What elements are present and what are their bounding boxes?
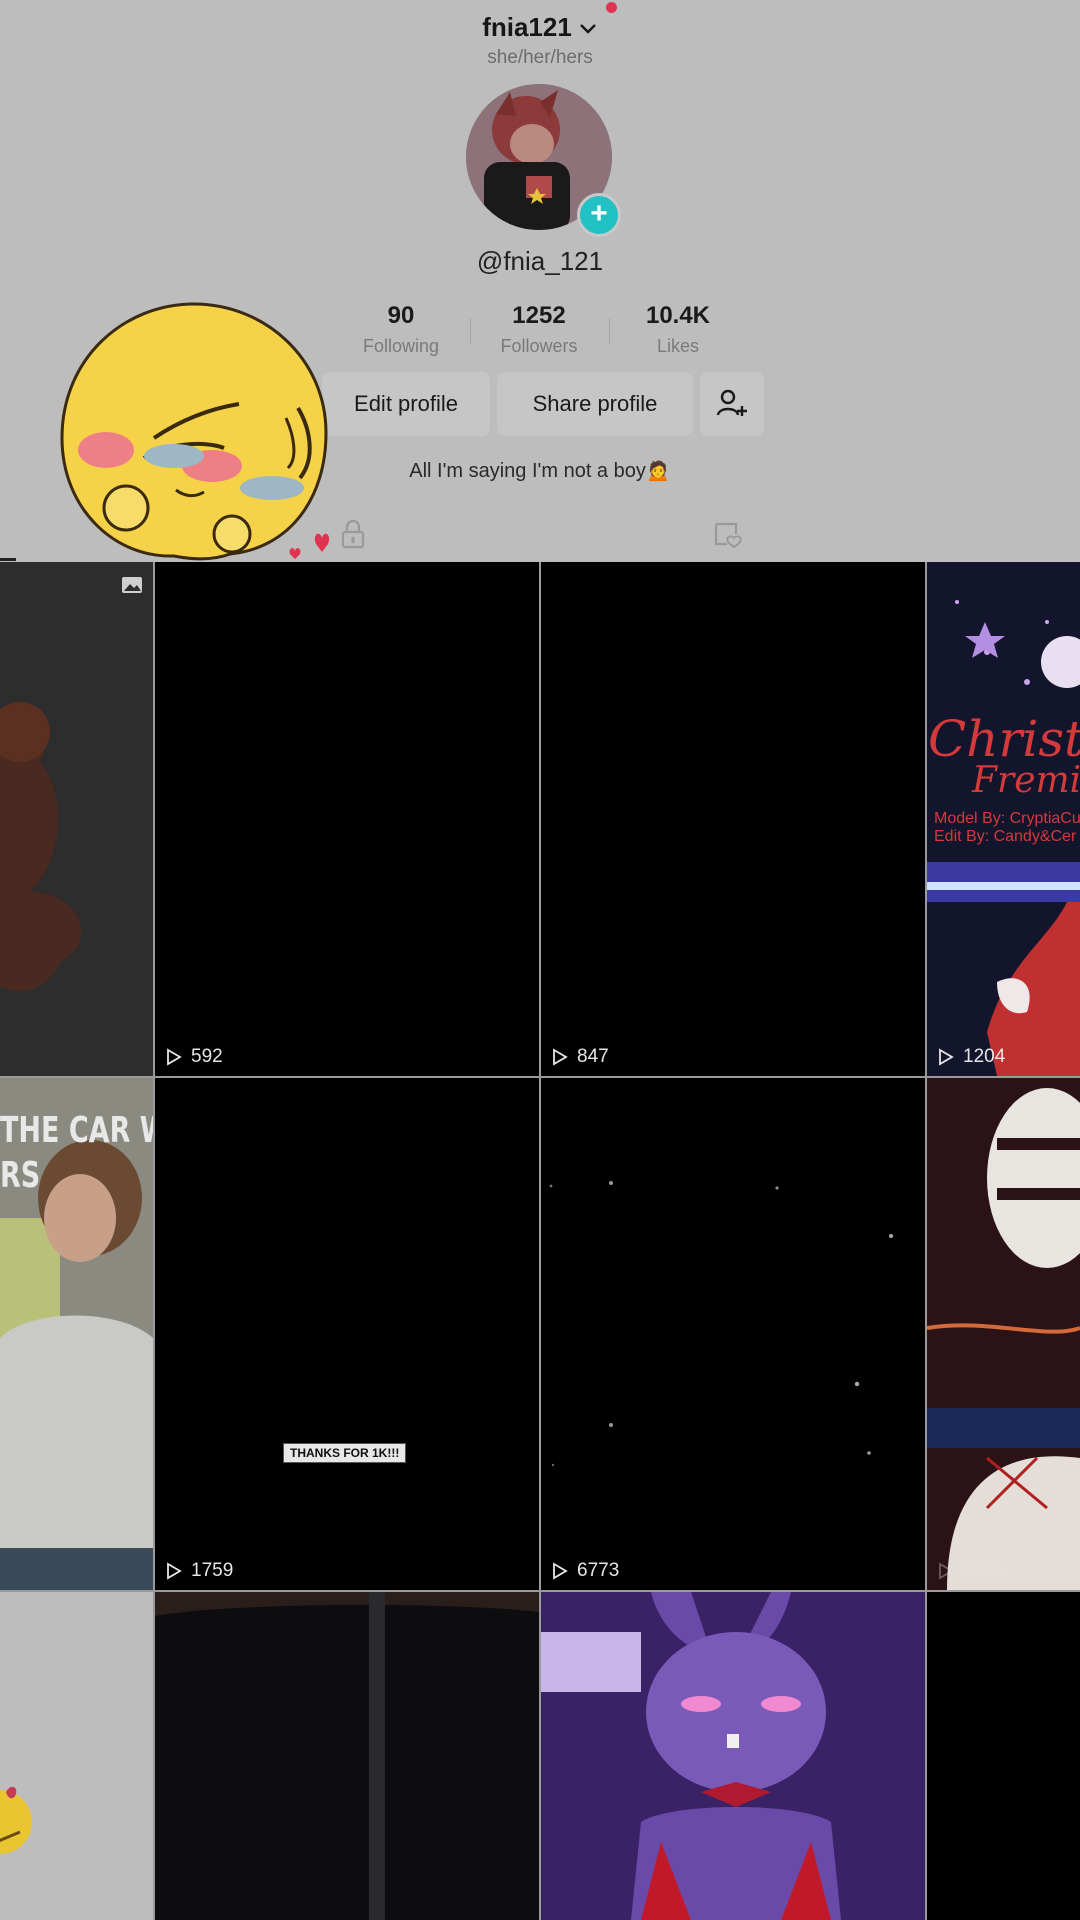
notification-dot [606,2,617,13]
grid-divider [539,562,541,1920]
play-icon [939,1562,954,1580]
grid-divider [153,562,155,1920]
photo-icon [122,577,142,593]
video-thumbnail[interactable] [155,1592,539,1920]
stat-following[interactable]: 90 Following [331,302,471,357]
grid-divider [0,1590,1080,1592]
video-thumbnail[interactable] [0,1592,153,1920]
stat-likes-value: 10.4K [645,302,711,329]
view-count: 1759 [165,1560,233,1582]
header-title[interactable]: fnia121 [0,12,1080,43]
video-thumbnail[interactable] [541,1592,925,1920]
view-count-label: 5306 [963,1560,1006,1581]
stat-likes-label: Likes [656,336,700,356]
play-icon [167,1048,182,1066]
video-caption: Fremi [972,760,1080,801]
bunny-thumbnail-art [541,1592,925,1920]
view-count: 6773 [551,1560,619,1582]
view-count-label: 592 [191,1046,223,1067]
profile-screen: fnia121 she/her/hers + @fnia_121 90 Foll… [0,0,1080,1920]
stat-following-label: Following [362,336,440,356]
video-overlay-text: THANKS FOR 1K!!! [283,1443,407,1463]
stat-following-value: 90 [387,302,415,329]
video-thumbnail[interactable] [927,1592,1080,1920]
view-count-label: 1204 [963,1046,1006,1067]
sticker-thumbnail-art [0,1786,32,1854]
play-icon [167,1562,182,1580]
dark-room-thumbnail-art [155,1592,539,1920]
stat-followers[interactable]: 1252 Followers [469,302,609,357]
video-thumbnail[interactable]: 6773 [541,1078,925,1590]
video-thumbnail[interactable] [0,562,153,1076]
video-caption: Edit By: Candy&Cer [934,828,1077,845]
animatronic-thumbnail-art [927,1078,1080,1590]
play-icon [553,1048,568,1066]
video-caption: Model By: CryptiaCu [934,810,1080,827]
view-count-label: 6773 [577,1560,620,1581]
starfield-thumbnail-art [549,1181,893,1467]
add-person-icon [716,389,747,416]
video-thumbnail[interactable]: 592 [155,562,539,1076]
profile-handle: @fnia_121 [476,246,604,276]
view-count: 847 [551,1046,609,1068]
stat-followers-label: Followers [500,336,578,356]
stat-followers-value: 1252 [512,302,566,329]
add-friend-button[interactable] [700,372,764,436]
video-thumbnail[interactable]: 5306 [927,1078,1080,1590]
view-count-label: 847 [577,1046,609,1067]
view-count-label: 1759 [191,1560,234,1581]
edit-profile-button[interactable]: Edit profile [322,372,490,436]
liked-videos-icon[interactable] [711,518,743,550]
share-profile-button[interactable]: Share profile [497,372,693,436]
add-story-button[interactable]: + [577,193,621,237]
view-count: 592 [165,1046,223,1068]
play-icon [553,1562,568,1580]
character-thumbnail-art [0,702,82,991]
flustered-emoji-sticker [60,302,330,561]
video-caption: RS [0,1155,41,1196]
grid-divider [925,562,927,1920]
video-thumbnail[interactable]: 1759 [155,1078,539,1590]
play-icon [939,1048,954,1066]
username-label: fnia121 [482,12,572,42]
grid-divider [0,1076,1080,1078]
video-thumbnail[interactable]: 847 [541,562,925,1076]
pronouns-label: she/her/hers [487,47,593,68]
chevron-down-icon [579,23,596,34]
lock-icon[interactable] [337,518,369,550]
view-count: 1204 [937,1046,1005,1068]
view-count: 5306 [937,1560,1005,1582]
video-caption-credits: Model By: CryptiaCu Edit By: Candy&Cer [934,810,1080,846]
stat-likes[interactable]: 10.4K Likes [608,302,748,357]
active-tab-indicator [0,558,16,561]
